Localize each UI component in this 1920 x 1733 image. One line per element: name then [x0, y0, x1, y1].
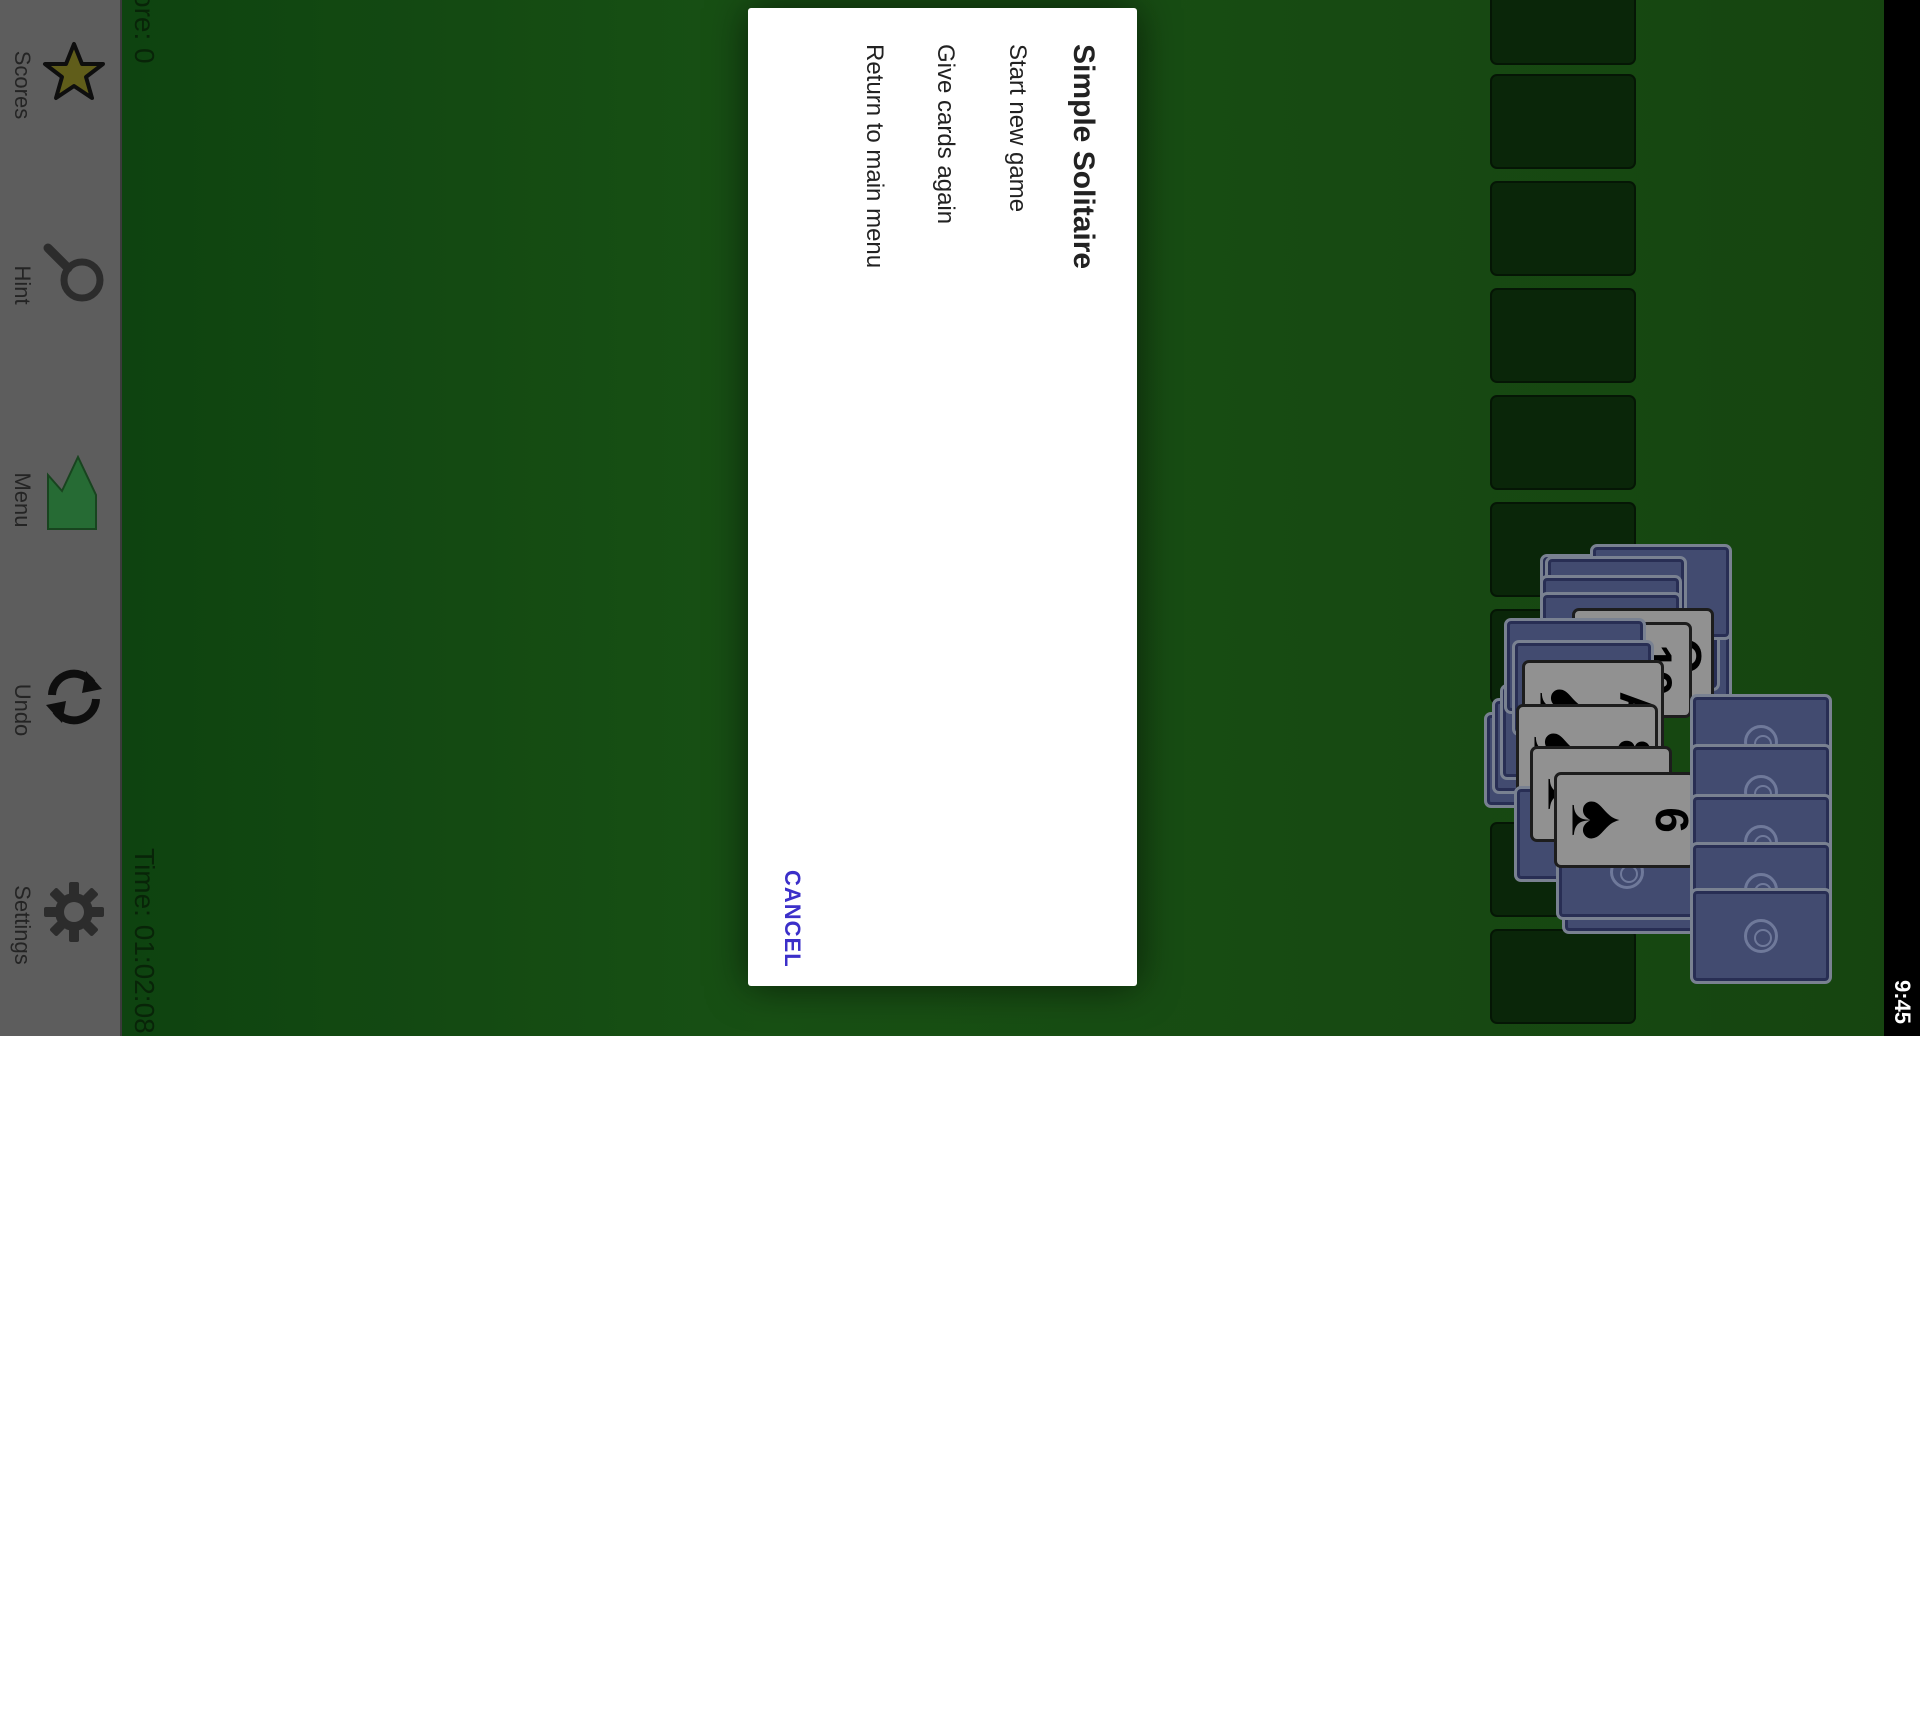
start-new-game-option[interactable]: Start new game — [1003, 44, 1031, 212]
status-clock: 9:45 — [1890, 979, 1915, 1025]
game-menu-dialog: Simple Solitaire Start new game Give car… — [748, 8, 1137, 986]
status-bar: 9:45 — [1884, 0, 1920, 1036]
return-to-main-menu-option[interactable]: Return to main menu — [860, 44, 888, 268]
give-cards-again-option[interactable]: Give cards again — [931, 44, 959, 224]
game-screen: Scores Hint Menu Undo Settings ore: 0 Ti… — [0, 0, 1920, 1036]
cancel-button[interactable]: CANCEL — [779, 870, 805, 968]
dialog-title: Simple Solitaire — [1067, 44, 1100, 270]
